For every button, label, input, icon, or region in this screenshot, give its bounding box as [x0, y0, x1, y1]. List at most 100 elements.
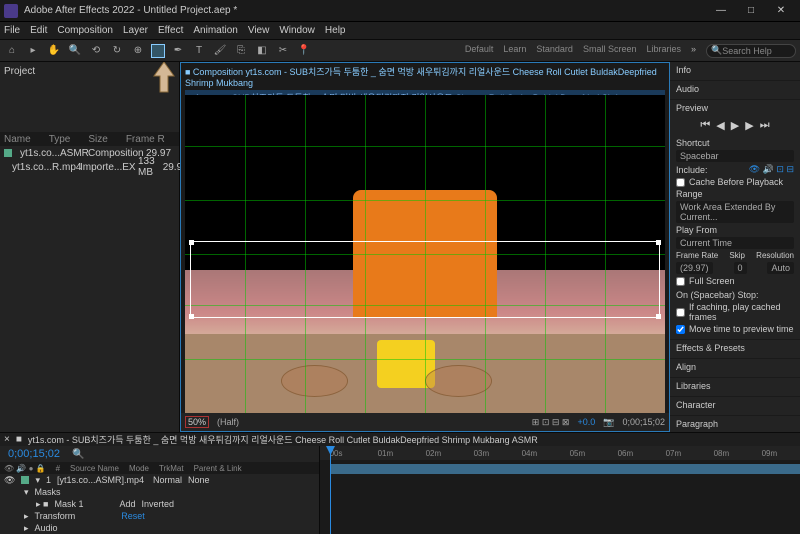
project-panel: Project Name Type Size Frame R yt1s.co..…: [0, 62, 180, 432]
menu-window[interactable]: Window: [279, 25, 315, 36]
item-swatch: [4, 149, 12, 157]
col-type[interactable]: Type: [49, 134, 71, 145]
project-label: Project: [4, 66, 35, 77]
zoom-tool[interactable]: 🔍: [67, 43, 83, 59]
toolbar: ⌂ ▸ ✋ 🔍 ⟲ ↻ ⊕ ✒ T 🖌 ⎘ ◧ ✂ 📍 Default Lear…: [0, 40, 800, 62]
prev-frame-button[interactable]: ◀: [716, 119, 724, 132]
last-frame-button[interactable]: ⏭: [760, 119, 770, 132]
resolution-dropdown[interactable]: (Half): [217, 417, 239, 427]
home-icon[interactable]: ⌂: [4, 43, 20, 59]
orbit-tool[interactable]: ⟲: [88, 43, 104, 59]
rotate-tool[interactable]: ↻: [109, 43, 125, 59]
mask-handle[interactable]: [656, 314, 661, 319]
first-frame-button[interactable]: ⏮: [700, 119, 710, 132]
mask-rectangle[interactable]: [190, 241, 660, 317]
window-title: Adobe After Effects 2022 - Untitled Proj…: [24, 5, 237, 16]
transform-group[interactable]: ▸TransformReset: [0, 510, 319, 522]
character-panel[interactable]: Character: [676, 400, 794, 410]
col-size[interactable]: Size: [88, 134, 107, 145]
anchor-tool[interactable]: ⊕: [130, 43, 146, 59]
right-panels: Info Audio Preview ⏮ ◀ ▶ ▶ ⏭ Shortcut Sp…: [670, 62, 800, 432]
pen-tool[interactable]: ✒: [170, 43, 186, 59]
render-queue-icon[interactable]: ×: [4, 434, 10, 445]
menu-edit[interactable]: Edit: [30, 25, 47, 36]
menu-composition[interactable]: Composition: [57, 25, 113, 36]
menu-help[interactable]: Help: [325, 25, 346, 36]
viewer-time: 0;00;15;02: [622, 417, 665, 427]
footage-bowl: [281, 365, 348, 397]
app-icon: [4, 4, 18, 18]
mask-handle[interactable]: [189, 314, 194, 319]
timeline-search[interactable]: 🔍: [72, 449, 84, 460]
col-name[interactable]: Name: [4, 134, 31, 145]
preview-panel[interactable]: Preview: [676, 103, 794, 113]
ws-libraries[interactable]: Libraries: [646, 44, 681, 58]
exposure-value[interactable]: +0.0: [577, 417, 595, 427]
mask-1[interactable]: ▸ ■Mask 1 Add Inverted: [0, 498, 319, 510]
audio-group[interactable]: ▸Audio: [0, 522, 319, 534]
timeline-panel: × ■ yt1s.com - SUB치즈가득 두툼한 _ 숨면 먹방 새우튀김까…: [0, 432, 800, 504]
menu-effect[interactable]: Effect: [158, 25, 183, 36]
timeline-track-area[interactable]: 00s 01m 02m 03m 04m 05m 06m 07m 08m 09m: [320, 446, 800, 534]
ws-small[interactable]: Small Screen: [583, 44, 637, 58]
rectangle-tool[interactable]: [151, 44, 165, 58]
selection-tool[interactable]: ▸: [25, 43, 41, 59]
menu-animation[interactable]: Animation: [193, 25, 237, 36]
composition-viewer[interactable]: [185, 95, 665, 413]
comp-tab-1[interactable]: ■ Composition yt1s.com - SUB치즈가득 두툼한 _ 숨…: [185, 65, 665, 88]
align-panel[interactable]: Align: [676, 362, 794, 372]
type-tool[interactable]: T: [191, 43, 207, 59]
search-help-input[interactable]: 🔍 Search Help: [706, 44, 796, 58]
play-button[interactable]: ▶: [731, 119, 739, 132]
timeline-layer[interactable]: 👁▾ 1 [yt1s.co...ASMR].mp4 Normal None: [0, 474, 319, 486]
tutorial-arrow-icon: [152, 62, 176, 94]
puppet-tool[interactable]: 📍: [296, 43, 312, 59]
range-dropdown[interactable]: Work Area Extended By Current...: [676, 201, 794, 223]
info-panel[interactable]: Info: [676, 65, 794, 75]
project-item[interactable]: yt1s.co...R.mp4 Importe...EX 133 MB 29.9…: [0, 160, 179, 174]
playfrom-dropdown[interactable]: Current Time: [676, 237, 794, 249]
layer-bar[interactable]: [330, 464, 800, 474]
ifcaching-checkbox[interactable]: [676, 308, 685, 317]
playhead[interactable]: [330, 446, 331, 534]
mask-mode-dropdown[interactable]: Add: [119, 499, 135, 509]
transform-reset[interactable]: Reset: [121, 511, 145, 521]
maximize-button[interactable]: □: [736, 1, 766, 21]
menu-view[interactable]: View: [248, 25, 270, 36]
composition-panel: ■ Composition yt1s.com - SUB치즈가득 두툼한 _ 숨…: [180, 62, 670, 432]
footage-bowl: [425, 365, 492, 397]
paragraph-panel[interactable]: Paragraph: [676, 419, 794, 429]
audio-panel[interactable]: Audio: [676, 84, 794, 94]
current-time[interactable]: 0;00;15;02: [4, 446, 64, 462]
eraser-tool[interactable]: ◧: [254, 43, 270, 59]
next-frame-button[interactable]: ▶: [745, 119, 753, 132]
framerate-dropdown[interactable]: (29.97): [676, 262, 713, 274]
menu-bar: File Edit Composition Layer Effect Anima…: [0, 22, 800, 40]
hand-tool[interactable]: ✋: [46, 43, 62, 59]
timeline-comp-name[interactable]: yt1s.com - SUB치즈가득 두툼한 _ 숨면 먹방 새우튀김까지 리얼…: [28, 433, 538, 446]
close-button[interactable]: ✕: [766, 1, 796, 21]
effects-panel[interactable]: Effects & Presets: [676, 343, 794, 353]
mask-handle[interactable]: [189, 240, 194, 245]
res-dropdown[interactable]: Auto: [767, 262, 794, 274]
ws-standard[interactable]: Standard: [536, 44, 573, 58]
minimize-button[interactable]: —: [706, 1, 736, 21]
clone-tool[interactable]: ⎘: [233, 43, 249, 59]
masks-group[interactable]: ▾Masks: [0, 486, 319, 498]
ws-learn[interactable]: Learn: [503, 44, 526, 58]
shortcut-dropdown[interactable]: Spacebar: [676, 150, 794, 162]
libraries-panel[interactable]: Libraries: [676, 381, 794, 391]
menu-file[interactable]: File: [4, 25, 20, 36]
cache-checkbox[interactable]: [676, 178, 685, 187]
movetime-checkbox[interactable]: [676, 325, 685, 334]
menu-layer[interactable]: Layer: [123, 25, 148, 36]
mask-handle[interactable]: [656, 240, 661, 245]
col-frame[interactable]: Frame R: [126, 134, 165, 145]
ws-default[interactable]: Default: [465, 44, 494, 58]
zoom-level[interactable]: 50%: [185, 416, 209, 428]
fullscreen-checkbox[interactable]: [676, 277, 685, 286]
brush-tool[interactable]: 🖌: [212, 43, 228, 59]
skip-dropdown[interactable]: 0: [734, 262, 747, 274]
time-ruler[interactable]: 00s 01m 02m 03m 04m 05m 06m 07m 08m 09m: [320, 446, 800, 460]
roto-tool[interactable]: ✂: [275, 43, 291, 59]
